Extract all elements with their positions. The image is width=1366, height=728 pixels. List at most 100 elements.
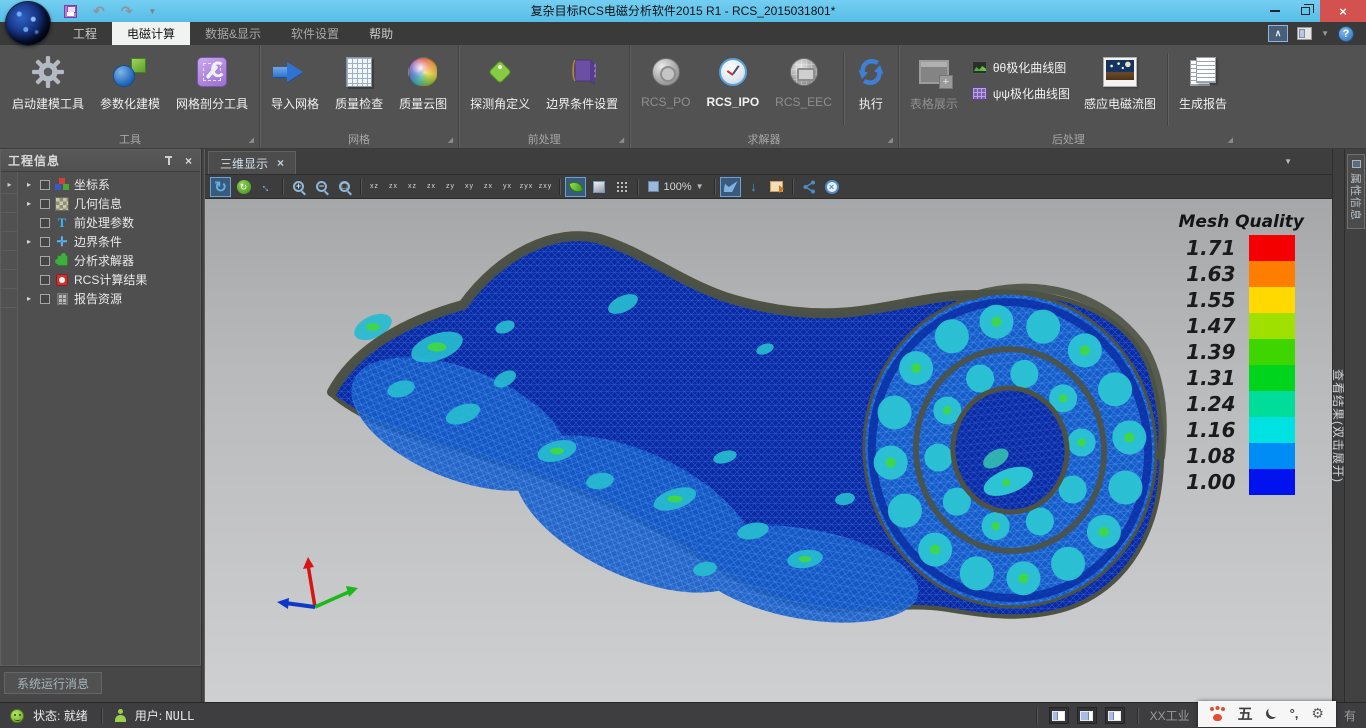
help-button[interactable]: ? (1338, 26, 1354, 42)
zoom-scale-control[interactable]: 100%▼ (643, 177, 709, 197)
menu-tab-help[interactable]: 帮助 (354, 22, 408, 45)
window-layout-icon[interactable] (1297, 27, 1312, 40)
rcs-ipo-button[interactable]: RCS_IPO (698, 49, 767, 111)
tree-item-coordinate-system[interactable]: ▸▸ 坐标系 (1, 175, 200, 194)
tree-item-rcs-results[interactable]: RCS计算结果 (1, 270, 200, 289)
layout-bottom-panel-button[interactable] (1105, 707, 1125, 724)
expander-icon[interactable]: ▸ (23, 294, 35, 303)
param-modeling-button[interactable]: 参数化建模 (92, 49, 168, 114)
share-view-button[interactable] (798, 177, 819, 197)
launch-modeler-button[interactable]: 启动建模工具 (4, 49, 92, 114)
save-icon[interactable] (64, 5, 77, 18)
induction-current-map-button[interactable]: 感应电磁流图 (1076, 49, 1164, 114)
layout-caret-icon[interactable]: ▼ (1321, 29, 1329, 38)
refresh-view-button[interactable]: ↻ (233, 177, 254, 197)
layout-left-panel-button[interactable] (1049, 707, 1069, 724)
legend-value: 1.16 (1179, 418, 1249, 442)
dialog-launcher-icon[interactable]: ◢ (249, 137, 254, 144)
import-view-button[interactable]: ↓ (743, 177, 764, 197)
expander-icon[interactable]: ▸ (23, 199, 35, 208)
quick-access-caret-icon[interactable]: ▼ (148, 7, 156, 16)
undo-icon[interactable]: ↶ (93, 5, 105, 17)
quality-check-button[interactable]: 质量检查 (327, 49, 391, 114)
axis-view-button[interactable]: zx (480, 177, 497, 197)
tab-close-icon[interactable]: × (277, 156, 284, 170)
zoom-in-button[interactable]: + (288, 177, 309, 197)
pin-icon[interactable] (164, 156, 173, 166)
checkbox[interactable] (40, 237, 50, 247)
axis-view-button[interactable]: zy (442, 177, 459, 197)
shaded-leaf-button[interactable] (565, 177, 586, 197)
execute-button[interactable]: 执行 (847, 49, 895, 114)
psi-polarization-curve-button[interactable]: ψψ极化曲线图 (972, 85, 1070, 102)
close-view-button[interactable]: × (821, 177, 842, 197)
checkbox[interactable] (40, 275, 50, 285)
pan-button[interactable]: ↔ (256, 177, 277, 197)
probe-angle-button[interactable]: 探测角定义 (462, 49, 538, 114)
close-button[interactable]: × (1320, 0, 1366, 22)
tree-item-geometry-info[interactable]: ▸ 几何信息 (1, 194, 200, 213)
system-messages-tab[interactable]: 系统运行消息 (4, 672, 102, 694)
points-render-button[interactable] (611, 177, 632, 197)
tree-item-preprocess-params[interactable]: T 前处理参数 (1, 213, 200, 232)
axis-view-button[interactable]: zyx (518, 177, 535, 197)
collapse-ribbon-button[interactable]: ∧ (1268, 25, 1288, 42)
mesh-partition-tool-button[interactable]: 网格剖分工具 (168, 49, 256, 114)
app-logo-icon[interactable] (5, 1, 51, 46)
tab-list-caret-icon[interactable]: ▼ (1284, 157, 1292, 166)
section-tool-button[interactable] (720, 177, 741, 197)
tree-item-solver[interactable]: 分析求解器 (1, 251, 200, 270)
orbit-rotate-button[interactable]: ↻ (210, 177, 231, 197)
import-mesh-button[interactable]: 导入网格 (263, 49, 327, 114)
menu-tab-settings[interactable]: 软件设置 (276, 22, 354, 45)
axis-view-button[interactable]: zx (385, 177, 402, 197)
checkbox[interactable] (40, 256, 50, 266)
rcs-po-button[interactable]: RCS_PO (633, 49, 698, 111)
dialog-launcher-icon[interactable]: ◢ (887, 137, 892, 144)
minimize-button[interactable] (1260, 0, 1290, 22)
checkbox[interactable] (40, 294, 50, 304)
axis-view-button[interactable]: xy (461, 177, 478, 197)
dialog-launcher-icon[interactable]: ◢ (1228, 137, 1233, 144)
checkbox[interactable] (40, 218, 50, 228)
menu-tab-project[interactable]: 工程 (58, 22, 112, 45)
quality-cloud-button[interactable]: 质量云图 (391, 49, 455, 114)
dialog-launcher-icon[interactable]: ◢ (448, 137, 453, 144)
rcs-eec-button[interactable]: RCS_EEC (767, 49, 840, 111)
maximize-button[interactable] (1290, 0, 1320, 22)
checkbox[interactable] (40, 199, 50, 209)
checkbox[interactable] (40, 180, 50, 190)
tab-3d-display[interactable]: 三维显示 × (208, 151, 296, 174)
generate-report-button[interactable]: 生成报告 (1171, 49, 1235, 114)
results-strip[interactable]: 查看结果(双击展开) (1332, 149, 1344, 702)
axis-view-button[interactable]: xz (404, 177, 421, 197)
axis-view-button[interactable]: zx (423, 177, 440, 197)
axis-view-button[interactable]: yx (499, 177, 516, 197)
properties-tab[interactable]: 属性信息 (1347, 154, 1365, 229)
redo-icon[interactable]: ↷ (121, 5, 133, 17)
expander-icon[interactable]: ▸ (23, 237, 35, 246)
ime-fullhalf-moon-icon[interactable] (1266, 708, 1277, 719)
viewport-3d[interactable]: Mesh Quality 1.711.631.551.471.391.311.2… (205, 199, 1332, 702)
ime-logo-icon[interactable] (1210, 707, 1225, 721)
zoom-out-button[interactable]: − (311, 177, 332, 197)
tree-item-boundary-conditions[interactable]: ▸ ✛ 边界条件 (1, 232, 200, 251)
boundary-setting-button[interactable]: 边界条件设置 (538, 49, 626, 114)
axis-view-button[interactable]: xz (366, 177, 383, 197)
tree-item-report-resources[interactable]: ▸ 报告资源 (1, 289, 200, 308)
axis-view-button[interactable]: zxy (537, 177, 554, 197)
table-show-button[interactable]: 表格展示 (902, 49, 966, 114)
ime-punctuation-icon[interactable]: °, (1290, 706, 1299, 721)
layout-split-button[interactable] (1077, 707, 1097, 724)
ime-settings-gear-icon[interactable]: ⚙ (1311, 705, 1324, 722)
panel-close-icon[interactable]: × (185, 156, 193, 166)
expander-icon[interactable]: ▸ (23, 180, 35, 189)
dialog-launcher-icon[interactable]: ◢ (619, 137, 624, 144)
menu-tab-data-display[interactable]: 数据&显示 (190, 22, 276, 45)
ime-mode-label[interactable]: 五 (1238, 703, 1253, 724)
theta-polarization-curve-button[interactable]: θθ极化曲线图 (972, 59, 1070, 76)
menu-tab-em-compute[interactable]: 电磁计算 (112, 22, 190, 45)
export-image-button[interactable] (766, 177, 787, 197)
zoom-fit-button[interactable]: □ (334, 177, 355, 197)
surface-render-button[interactable] (588, 177, 609, 197)
